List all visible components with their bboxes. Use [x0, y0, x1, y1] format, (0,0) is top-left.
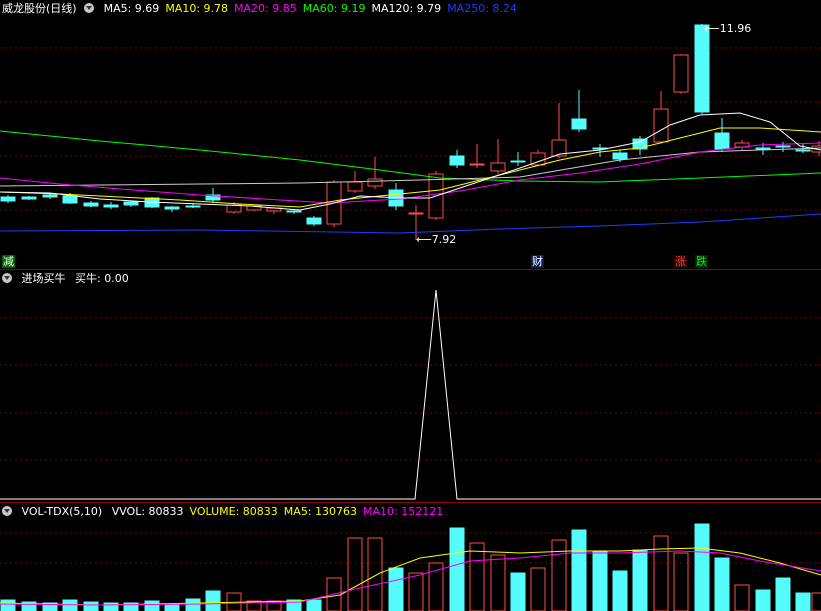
ma-label: MA20: 9.85	[234, 2, 297, 15]
volume-bar	[306, 599, 322, 611]
ma-label: MA5: 9.69	[103, 2, 160, 15]
candle-body	[694, 24, 710, 113]
indicator-chart	[0, 289, 821, 500]
candle-body	[347, 181, 363, 192]
candle-body	[62, 195, 78, 204]
volume-bar	[612, 570, 628, 611]
candle-body	[103, 204, 119, 208]
buy-signal-line	[0, 289, 821, 500]
ma250-line	[0, 213, 821, 234]
volume-bar	[144, 600, 160, 611]
dropdown-icon[interactable]	[84, 3, 95, 13]
candle-body	[185, 205, 201, 208]
candle-body	[571, 118, 587, 130]
volume-bar	[490, 554, 506, 611]
stock-name: 威龙股份(日线)	[2, 2, 77, 15]
indicator-panel[interactable]: 进场买牛 买牛: 0.00	[0, 270, 821, 503]
volume-bar	[694, 523, 710, 611]
candle-body	[306, 217, 322, 225]
candle-body	[0, 196, 16, 202]
high-price-label: ⟵11.96	[704, 22, 752, 35]
volume-bar	[62, 599, 78, 611]
volume-bar	[551, 539, 567, 611]
candle-body	[21, 196, 37, 200]
volume-panel[interactable]: VOL-TDX(5,10) VVOL: 80833 VOLUME: 80833 MA…	[0, 503, 821, 611]
indicator-value: 买牛: 0.00	[75, 272, 129, 285]
volume-bar	[795, 592, 811, 611]
ma-label: MA10: 9.78	[165, 2, 229, 15]
candle-body	[612, 152, 628, 160]
candle-body	[490, 162, 506, 172]
candle-body	[755, 147, 771, 150]
ma-label: MA60: 9.19	[302, 2, 366, 15]
ma-label: MA120: 9.79	[371, 2, 442, 15]
indicator-header: 进场买牛 买牛: 0.00	[2, 272, 135, 286]
ma120-line	[0, 147, 821, 187]
candle-body	[367, 178, 383, 187]
event-marker-down[interactable]: 跌	[695, 255, 708, 268]
volume-bar	[653, 535, 669, 611]
volume-bar	[714, 557, 730, 611]
candle-body	[714, 132, 730, 150]
volume-bar	[408, 572, 424, 611]
volume-bar	[530, 567, 546, 611]
volume-bar	[734, 584, 750, 611]
volume-bar	[592, 550, 608, 611]
candle-body	[673, 54, 689, 93]
volume-bar	[185, 598, 201, 611]
volume-bar	[164, 603, 180, 611]
ma5-line	[0, 112, 821, 211]
ma20-line	[0, 142, 821, 204]
volume-name: VOL-TDX(5,10)	[21, 505, 103, 518]
volume-bar	[367, 537, 383, 611]
volume-bar	[811, 592, 821, 611]
event-marker-reduce[interactable]: 减	[2, 255, 15, 268]
dropdown-icon[interactable]	[2, 273, 12, 283]
volume-label: MA5: 130763	[283, 505, 358, 518]
candle-body	[795, 149, 811, 152]
candle-body	[775, 145, 791, 148]
volume-label: MA10: 152121	[363, 505, 444, 518]
volume-bar	[449, 527, 465, 611]
candle-body	[83, 202, 99, 207]
price-header: 威龙股份(日线) MA5: 9.69 MA10: 9.78 MA20: 9.85 MA…	[2, 2, 529, 16]
volume-bar	[83, 601, 99, 611]
candle-body	[123, 201, 139, 206]
price-chart	[0, 24, 821, 240]
volume-bar	[571, 529, 587, 611]
volume-bar	[347, 537, 363, 611]
volume-label: VVOL: 80833	[111, 505, 184, 518]
candle-body	[510, 160, 526, 163]
volume-chart	[0, 523, 821, 611]
volume-bar	[469, 542, 485, 611]
candle-body	[653, 108, 669, 143]
volume-bar	[632, 549, 648, 611]
price-panel[interactable]: 威龙股份(日线) MA5: 9.69 MA10: 9.78 MA20: 9.85 MA…	[0, 0, 821, 270]
candle-body	[449, 155, 465, 166]
volume-bar	[673, 552, 689, 611]
ma-label: MA250: 8.24	[447, 2, 517, 15]
low-price-label: ⟵7.92	[416, 233, 457, 246]
volume-label: VOLUME: 80833	[189, 505, 278, 518]
volume-bar	[775, 577, 791, 611]
volume-bar	[205, 590, 221, 611]
event-marker-finance[interactable]: 财	[531, 255, 544, 268]
candle-body	[408, 212, 424, 215]
volume-header: VOL-TDX(5,10) VVOL: 80833 VOLUME: 80833 MA…	[2, 505, 455, 519]
volume-bar	[0, 599, 16, 611]
dropdown-icon[interactable]	[2, 506, 12, 516]
indicator-name: 进场买牛	[21, 272, 66, 285]
candle-body	[164, 206, 180, 210]
event-marker-up[interactable]: 涨	[674, 255, 687, 268]
volume-bar	[388, 567, 404, 611]
candle-body	[469, 163, 485, 166]
candle-body	[42, 194, 58, 198]
volume-bar	[755, 589, 771, 611]
volume-bar	[510, 572, 526, 611]
candle-body	[286, 210, 302, 213]
ma10-line	[0, 127, 821, 208]
